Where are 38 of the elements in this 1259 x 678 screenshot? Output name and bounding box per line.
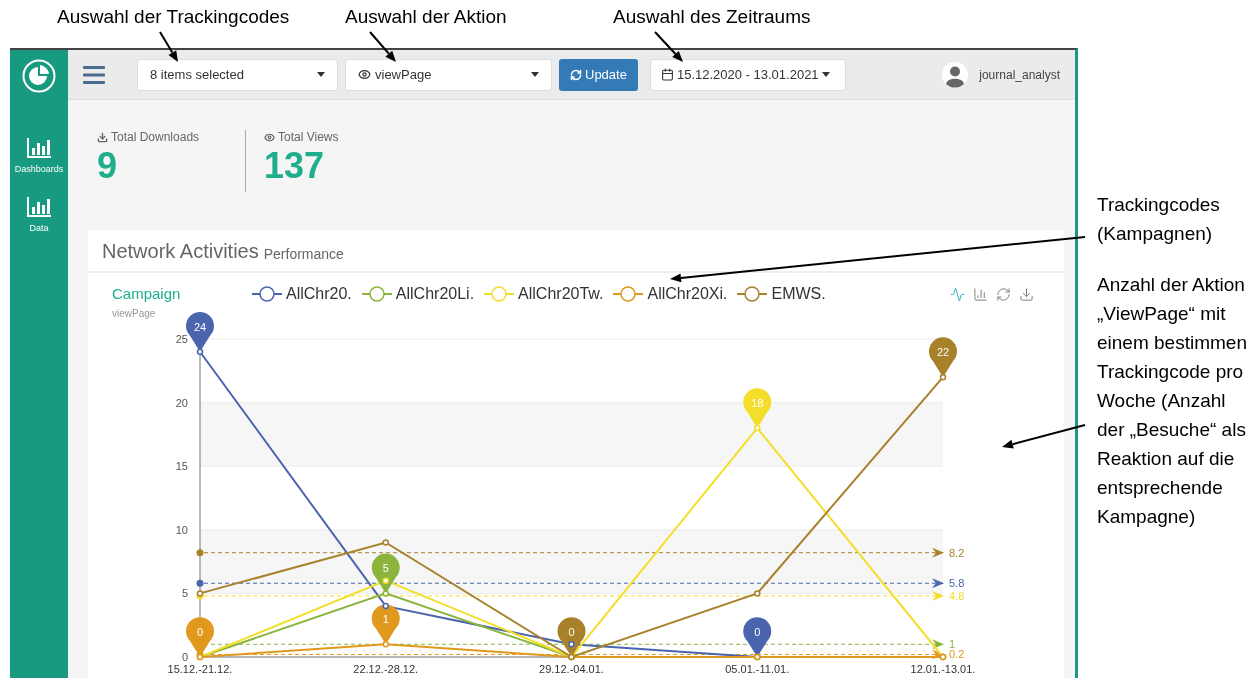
- average-value: 4.8: [949, 589, 965, 602]
- average-value: 1: [949, 638, 956, 651]
- axis-category-label: 05.01.-11.01.: [725, 663, 790, 675]
- axis-tick-label: 25: [175, 333, 188, 345]
- axis-category-label: 29.12.-04.01.: [539, 663, 604, 675]
- axis-category-label: 22.12.-28.12.: [353, 663, 419, 675]
- stat-value: 9: [97, 146, 119, 186]
- axis-tick-label: 15: [175, 460, 188, 473]
- axis-tick-label: 10: [175, 523, 188, 536]
- annotation-text: Anzahl der Aktion „ViewPage“ mit einem bestimmen Trackingcode pro Woche (Anzahl der „Besuche“ als Reaktion auf die entsprechende Kampagne): [1097, 273, 1247, 529]
- panel-subtitle: Performance: [263, 246, 344, 263]
- axis-tick-label: 0: [181, 651, 188, 663]
- annotation-text: Auswahl der Trackingcodes: [57, 6, 291, 28]
- chart-title: Campaign: [112, 285, 182, 302]
- average-value: 0.2: [949, 648, 965, 661]
- pin-value: 5: [382, 562, 389, 575]
- pin-value: 22: [936, 346, 950, 359]
- average-value: 5.8: [949, 577, 965, 590]
- annotation-text: Auswahl der Aktion: [345, 6, 508, 28]
- axis-tick-label: 5: [181, 587, 188, 600]
- axis-category-label: 15.12.-21.12.: [167, 663, 233, 675]
- stat-label: Total Downloads: [111, 130, 200, 144]
- pin-value: 1: [382, 613, 389, 626]
- annotation-text: Auswahl des Zeitraums: [613, 6, 812, 28]
- axis-tick-label: 20: [175, 396, 188, 409]
- axis-category-label: 12.01.-13.01.: [910, 663, 976, 675]
- stat-value: 137: [264, 146, 326, 186]
- user-name: journal_analyst: [979, 67, 1060, 82]
- panel-title: Network Activities: [102, 240, 259, 263]
- pin-value: 0: [196, 626, 204, 638]
- pin-value: 24: [193, 320, 207, 333]
- average-value: 8.2: [949, 546, 965, 559]
- chart-subtitle: viewPage: [112, 308, 157, 319]
- pin-value: 0: [568, 626, 575, 638]
- annotation-text: Trackingcodes (Kampagnen): [1097, 193, 1221, 246]
- pin-value: 18: [751, 397, 764, 410]
- pin-value: 0: [754, 626, 761, 638]
- stat-label: Total Views: [278, 130, 339, 144]
